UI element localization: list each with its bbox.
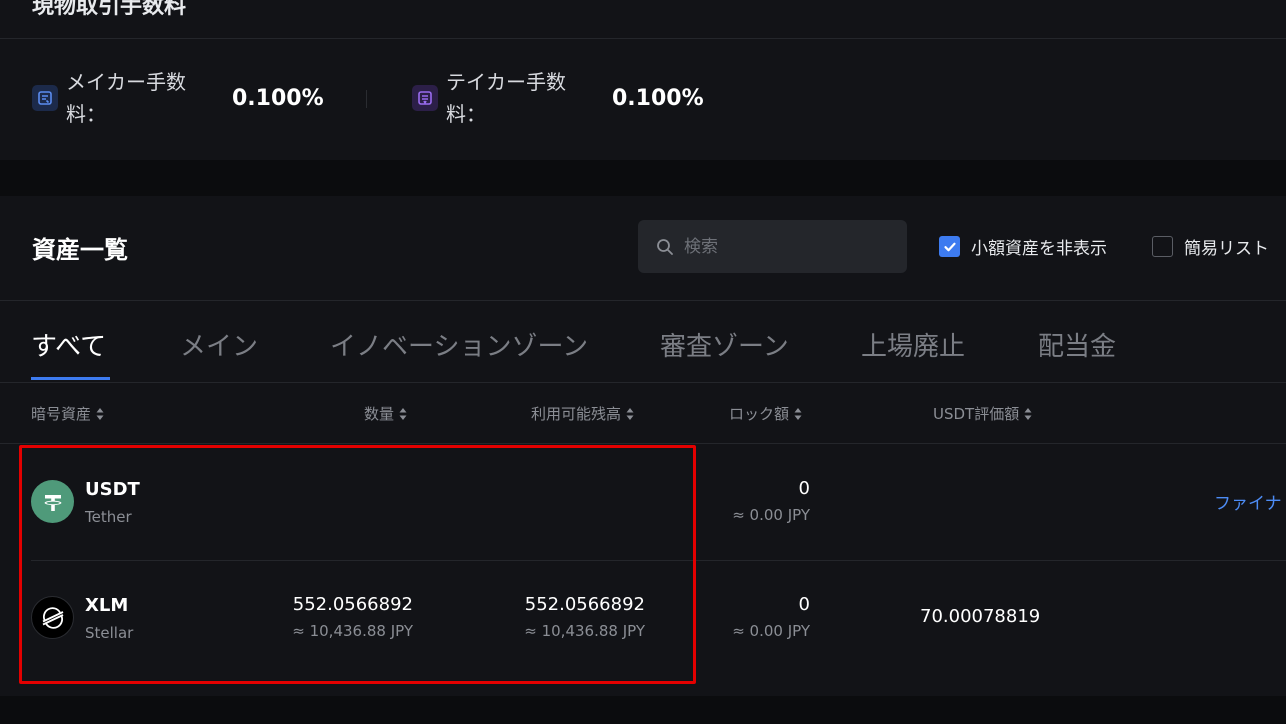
available-jpy: ≈ 10,436.88 JPY <box>524 622 645 640</box>
hide-small-assets-toggle[interactable]: 小額資産を非表示 <box>939 234 1107 259</box>
column-header-quantity[interactable]: 数量 <box>364 403 407 424</box>
tab-delisted[interactable]: 上場廃止 <box>861 326 965 363</box>
search-icon <box>657 238 673 255</box>
table-header: 暗号資産 数量 利用可能残高 ロック額 USDT評価額 <box>0 383 1286 443</box>
usdt-value: 70.00078819 <box>920 606 1041 627</box>
tab-review-zone[interactable]: 審査ゾーン <box>660 326 789 363</box>
fee-card-title: 現物取引手数料 <box>32 0 187 19</box>
coin-name: Stellar <box>85 624 134 642</box>
sort-icon <box>96 407 104 420</box>
stellar-icon <box>31 596 74 639</box>
maker-fee: メイカー手数料： 0.100% <box>32 66 324 130</box>
tab-all[interactable]: すべて <box>31 326 106 363</box>
locked-jpy: ≈ 0.00 JPY <box>732 622 810 640</box>
coin-name: Tether <box>85 508 132 526</box>
assets-title: 資産一覧 <box>32 236 128 264</box>
fee-card: 現物取引手数料 メイカー手数料： 0.100% テイカー手数料： 0.100% <box>0 0 1286 160</box>
column-header-asset[interactable]: 暗号資産 <box>31 403 104 424</box>
quantity: 552.0566892 <box>292 594 413 615</box>
tether-icon <box>31 480 74 523</box>
column-header-locked[interactable]: ロック額 <box>729 403 802 424</box>
assets-card: 資産一覧 小額資産を非表示 簡易リスト すべて メイン イノベーションゾ <box>0 196 1286 696</box>
taker-fee-icon <box>412 85 438 111</box>
check-icon <box>943 242 956 251</box>
sort-icon <box>399 407 407 420</box>
finance-link[interactable]: ファイナ <box>1214 489 1282 514</box>
table-row: USDT Tether 0 ≈ 0.00 JPY ファイナ <box>0 444 1286 559</box>
sort-icon <box>1024 407 1032 420</box>
hide-small-assets-label: 小額資産を非表示 <box>971 239 1107 259</box>
taker-fee: テイカー手数料： 0.100% <box>412 66 704 130</box>
simple-list-checkbox[interactable] <box>1152 236 1173 257</box>
search-input[interactable] <box>684 236 884 257</box>
simple-list-label: 簡易リスト <box>1184 239 1269 259</box>
locked-amount: 0 <box>798 594 810 615</box>
taker-fee-label: テイカー手数料： <box>446 70 566 126</box>
column-header-available[interactable]: 利用可能残高 <box>531 403 634 424</box>
quantity-jpy: ≈ 10,436.88 JPY <box>292 622 413 640</box>
search-box[interactable] <box>638 220 907 273</box>
maker-fee-value: 0.100% <box>232 85 324 111</box>
sort-icon <box>794 407 802 420</box>
maker-fee-label: メイカー手数料： <box>66 70 186 126</box>
coin-symbol: XLM <box>85 595 129 616</box>
locked-amount: 0 <box>798 478 810 499</box>
fee-separator <box>366 90 367 108</box>
hide-small-assets-checkbox[interactable] <box>939 236 960 257</box>
available-balance: 552.0566892 <box>524 594 645 615</box>
divider <box>0 38 1286 39</box>
asset-tabs: すべて メイン イノベーションゾーン 審査ゾーン 上場廃止 配当金 <box>0 300 1286 382</box>
active-tab-indicator <box>31 377 110 380</box>
tab-innovation-zone[interactable]: イノベーションゾーン <box>330 326 588 363</box>
maker-fee-icon <box>32 85 58 111</box>
taker-fee-value: 0.100% <box>612 85 704 111</box>
page: 現物取引手数料 メイカー手数料： 0.100% テイカー手数料： 0.100% <box>0 0 1286 724</box>
tab-main[interactable]: メイン <box>180 326 258 363</box>
tab-dividends[interactable]: 配当金 <box>1038 326 1116 363</box>
simple-list-toggle[interactable]: 簡易リスト <box>1152 234 1269 259</box>
table-row: XLM Stellar 552.0566892 ≈ 10,436.88 JPY … <box>0 560 1286 675</box>
coin-symbol: USDT <box>85 479 140 500</box>
sort-icon <box>626 407 634 420</box>
locked-jpy: ≈ 0.00 JPY <box>732 506 810 524</box>
column-header-usdt-value[interactable]: USDT評価額 <box>933 403 1032 424</box>
